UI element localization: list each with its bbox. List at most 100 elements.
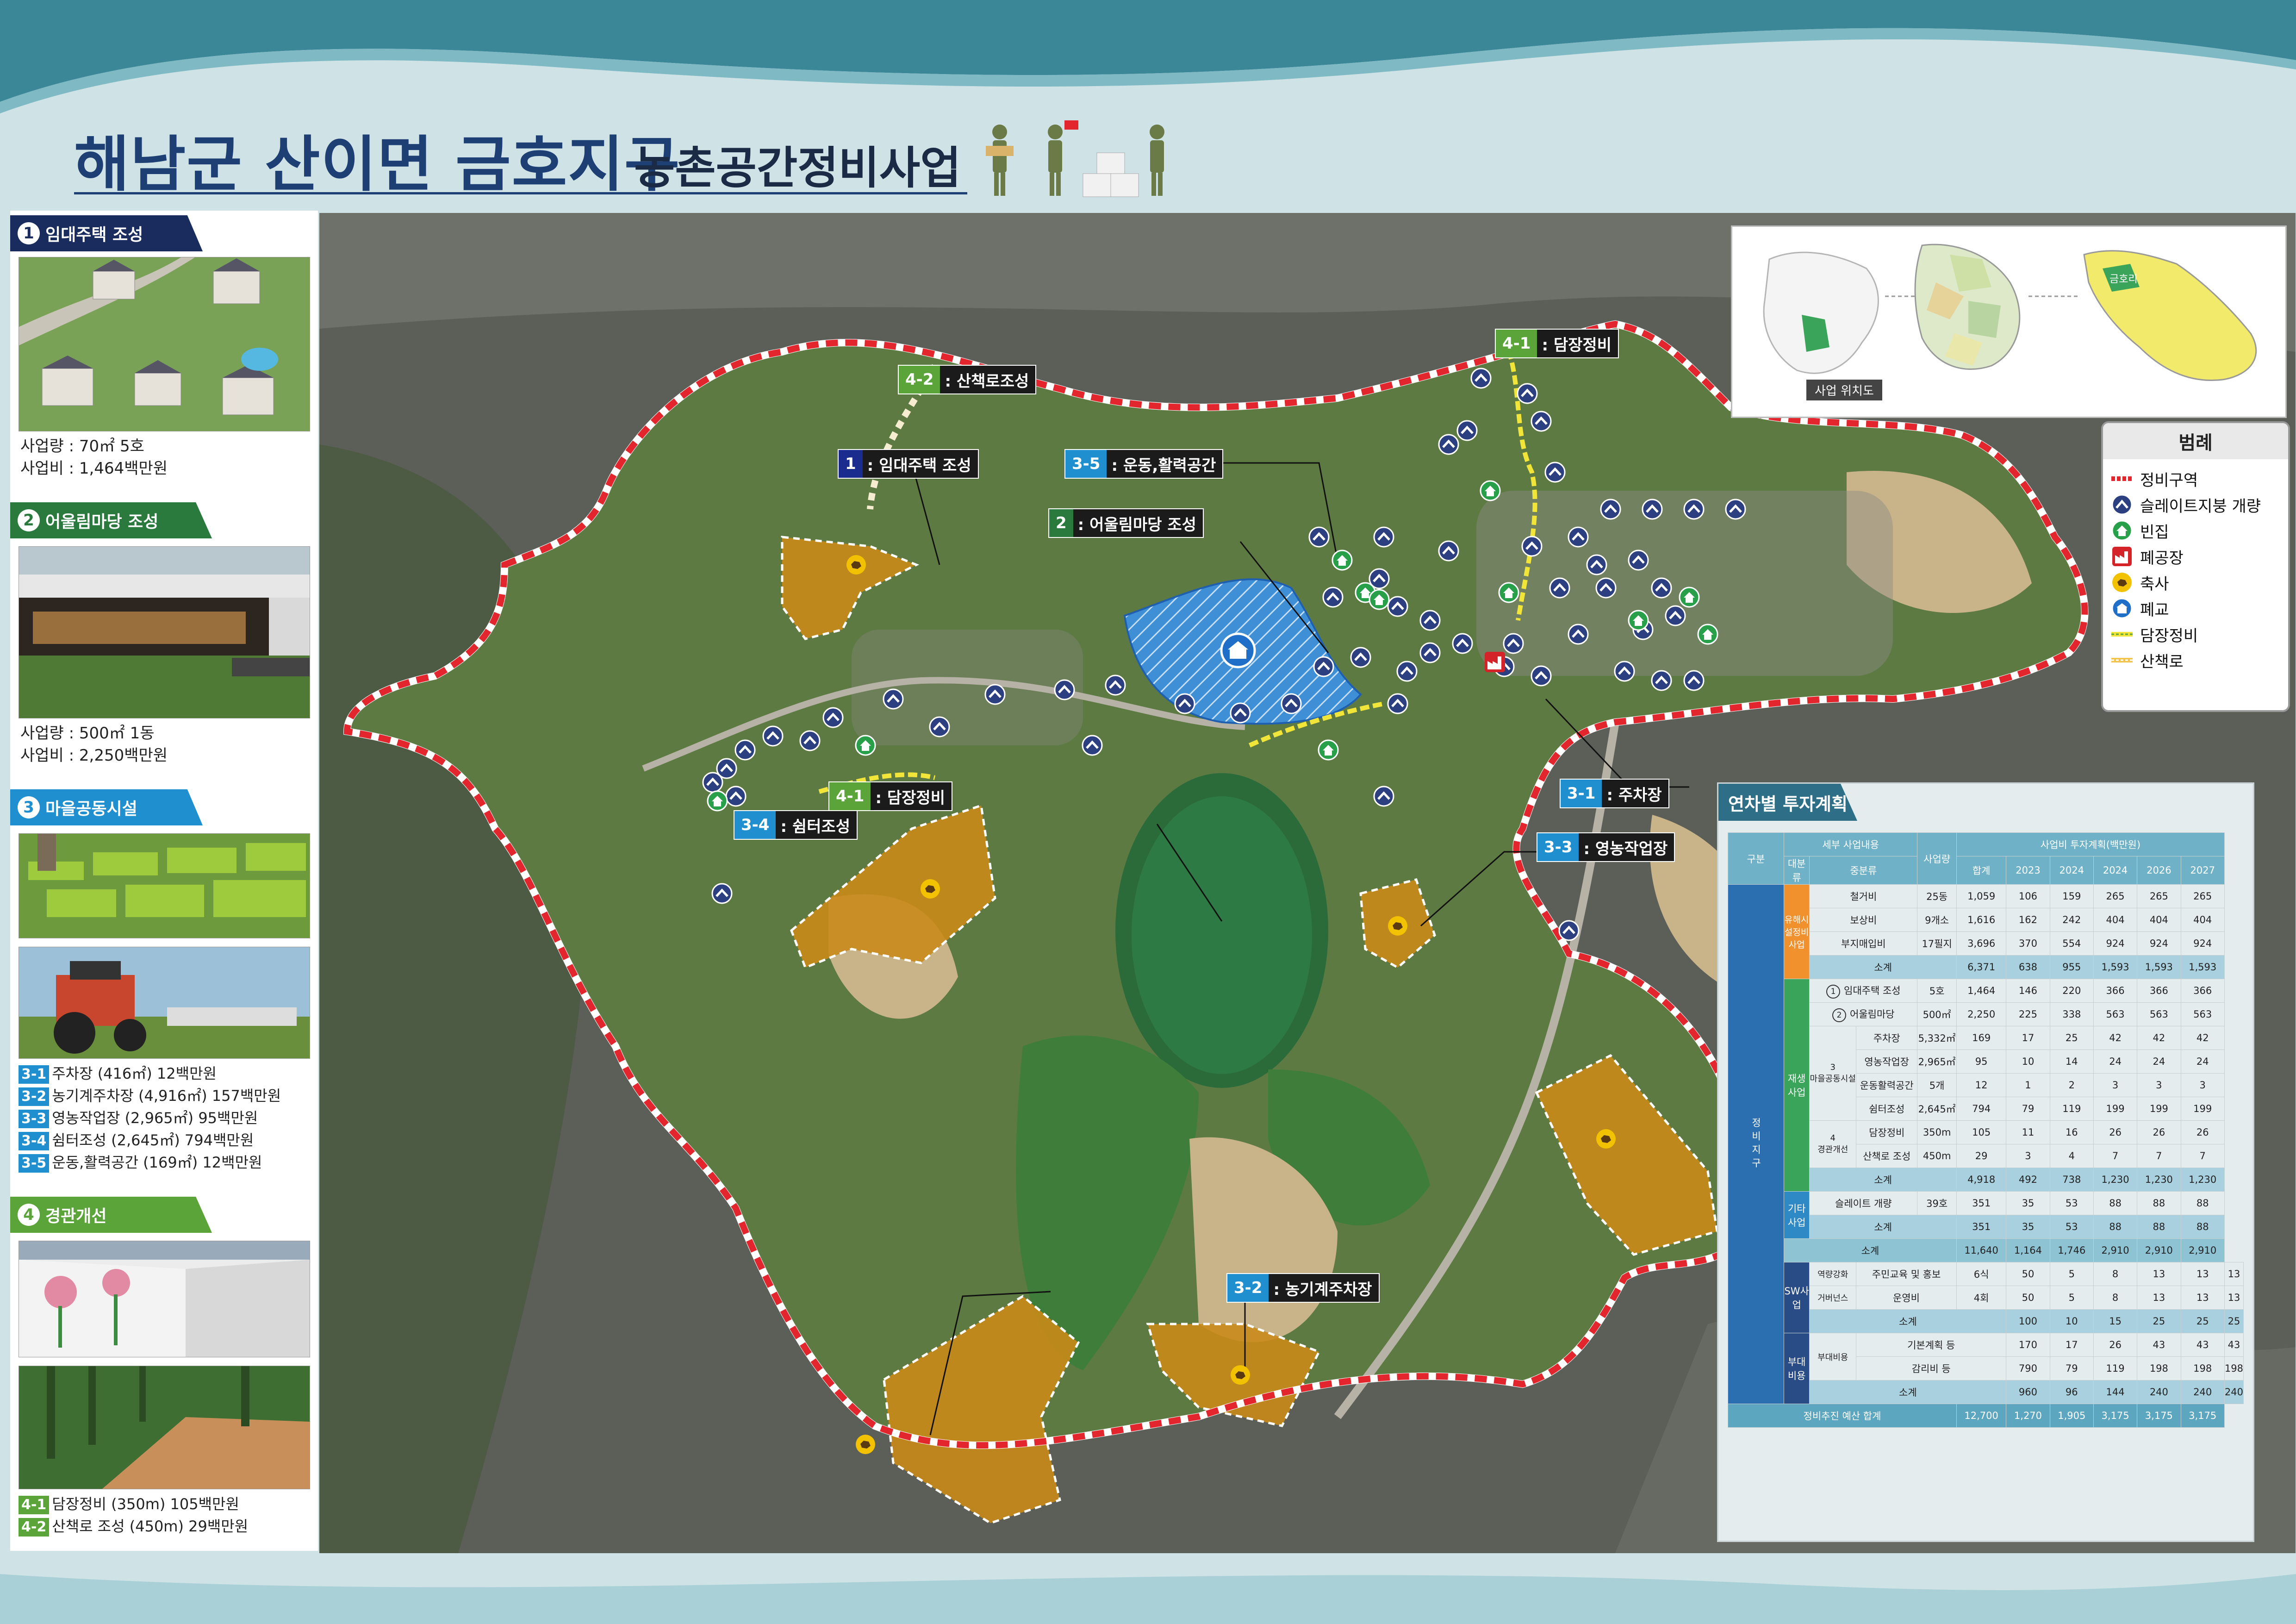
amount-cell: 2,910 <box>2180 1238 2225 1262</box>
rental-housing-photo <box>19 257 310 431</box>
slate-roof-icon <box>799 730 821 752</box>
map-label-machinery-parking[interactable]: 3-2: 농기계주차장 <box>1226 1273 1380 1303</box>
slate-roof-icon <box>1373 785 1395 807</box>
section-number: 3 <box>18 796 40 818</box>
quantity-cell: 9개소 <box>1917 908 1957 932</box>
amount-cell: 24 <box>2137 1049 2181 1074</box>
amount-cell: 26 <box>2137 1120 2181 1144</box>
amount-cell: 198 <box>2180 1356 2225 1380</box>
map-label-walking-trail[interactable]: 4-2: 산책로조성 <box>898 365 1037 394</box>
minor-cell: 쉼터조성 <box>1856 1097 1918 1121</box>
amount-cell: 1,593 <box>2093 955 2138 979</box>
map-label-farm-workshop[interactable]: 3-3: 영농작업장 <box>1537 832 1675 862</box>
map-label-rest-area[interactable]: 3-4: 쉼터조성 <box>734 810 858 840</box>
minor-cell: 1 임대주택 조성 <box>1809 979 1918 1003</box>
facility-item: 3-1 주차장 (416㎡) 12백만원 <box>19 1062 217 1085</box>
quantity-cell: 450m <box>1917 1144 1957 1168</box>
amount-cell: 370 <box>2006 931 2050 956</box>
legend-item: 빈집 <box>2103 518 2288 543</box>
quantity-cell: 5,332㎡ <box>1917 1026 1957 1050</box>
factory-icon <box>2111 546 2133 567</box>
amount-cell: 265 <box>2180 884 2225 908</box>
map-label-wall-repair-north[interactable]: 4-1: 담장정비 <box>1495 329 1619 358</box>
slate-roof-icon <box>1586 554 1608 576</box>
quantity-cell: 5호 <box>1917 979 1957 1003</box>
quantity-cell: 6식 <box>1956 1262 2007 1286</box>
amount-cell: 366 <box>2137 979 2181 1003</box>
slate-roof-icon <box>1308 526 1330 548</box>
table-row: 부대비용 부대비용 기본계획 등 170 17 26 43 43 43 <box>1728 1333 2244 1404</box>
walking-trail-photo <box>19 1366 310 1489</box>
amount-cell: 42 <box>2180 1026 2225 1050</box>
map-label-rental-housing[interactable]: 1: 임대주택 조성 <box>838 449 979 479</box>
amount-cell: 43 <box>2137 1333 2181 1357</box>
slate-roof-icon <box>1387 693 1409 715</box>
amount-cell: 159 <box>2049 884 2094 908</box>
amount-cell: 351 <box>1956 1215 2007 1239</box>
quantity-cell: 39호 <box>1917 1191 1957 1215</box>
amount-cell: 119 <box>2049 1097 2094 1121</box>
quantity-cell: 2,965㎡ <box>1917 1049 1957 1074</box>
amount-cell: 4,918 <box>1956 1168 2007 1192</box>
amount-cell: 50 <box>2006 1286 2050 1310</box>
slate-roof-icon <box>2111 494 2133 515</box>
facility-item: 3-4 쉼터조성 (2,645㎡) 794백만원 <box>19 1129 254 1151</box>
category-cell: 정비지구 <box>1728 884 1784 1404</box>
map-label-community-yard[interactable]: 2: 어울림마당 조성 <box>1048 508 1204 538</box>
amount-cell: 7 <box>2093 1144 2138 1168</box>
empty-house-icon <box>1479 480 1501 502</box>
slate-roof-icon <box>1350 646 1372 668</box>
header-year: 2023 <box>2006 856 2050 885</box>
legend-item: 폐교 <box>2103 595 2288 621</box>
minor-cell: 담장정비 <box>1856 1120 1918 1144</box>
quantity-cell: 5개 <box>1917 1073 1957 1097</box>
livestock-icon <box>2111 572 2133 593</box>
amount-cell: 563 <box>2093 1002 2138 1026</box>
amount-cell: 24 <box>2180 1049 2225 1074</box>
slate-roof-icon <box>1595 577 1617 599</box>
map-label-parking[interactable]: 3-1: 주차장 <box>1560 779 1669 808</box>
slate-roof-icon <box>1081 734 1103 756</box>
amount-cell: 88 <box>2137 1215 2181 1239</box>
amount-cell: 13 <box>2180 1262 2225 1286</box>
amount-cell: 1,593 <box>2180 955 2225 979</box>
amount-cell: 1,593 <box>2137 955 2181 979</box>
legend-item: 슬레이트지붕 개량 <box>2103 492 2288 518</box>
slate-roof-icon <box>1053 679 1076 701</box>
amount-cell: 13 <box>2180 1286 2225 1310</box>
table-row: 재생사업 1 임대주택 조성 5호 1,464 146 220 366 366 366 <box>1728 979 2244 1192</box>
livestock-icon <box>845 554 867 576</box>
amount-cell: 242 <box>2049 908 2094 932</box>
amount-cell: 88 <box>2180 1215 2225 1239</box>
amount-cell: 3,175 <box>2137 1404 2181 1428</box>
amount-cell: 924 <box>2180 931 2225 956</box>
slate-roof-icon <box>1567 623 1589 645</box>
dashed-boundary-icon <box>2111 468 2133 489</box>
slate-roof-icon <box>1104 674 1126 696</box>
amount-cell: 3 <box>2006 1144 2050 1168</box>
empty-house-icon <box>1678 586 1700 608</box>
minor-cell: 운동활력공간 <box>1856 1073 1918 1097</box>
legend-item: 축사 <box>2103 569 2288 595</box>
amount-cell: 1,905 <box>2049 1404 2094 1428</box>
footer-wave-background <box>0 1574 2296 1624</box>
grand-total-row: 정비추진 예산 합계 12,700 1,270 1,905 3,175 3,175 3,17… <box>1728 1404 2244 1428</box>
amount-cell: 220 <box>2049 979 2094 1003</box>
amount-cell: 25 <box>2180 1309 2225 1333</box>
amount-cell: 35 <box>2006 1191 2050 1215</box>
slate-roof-icon <box>1521 535 1543 557</box>
slate-roof-icon <box>1627 549 1649 571</box>
header-detail: 세부 사업내용 <box>1783 832 1918 856</box>
slate-roof-icon <box>711 882 733 905</box>
minor-cell: 철거비 <box>1809 884 1918 908</box>
amount-cell: 1,230 <box>2093 1168 2138 1192</box>
minor-cell: 감리비 등 <box>1856 1356 2007 1380</box>
investment-table-body: 정비지구 유해시설정비사업 철거비 25동 1,059 106 159 265 265 265 보상… <box>1728 884 2244 1428</box>
quantity-cell: 350m <box>1917 1120 1957 1144</box>
map-label-exercise-space[interactable]: 3-5: 운동,활력공간 <box>1064 449 1224 479</box>
map-label-wall-repair-west[interactable]: 4-1: 담장정비 <box>828 781 952 811</box>
amount-cell: 955 <box>2049 955 2094 979</box>
amount-cell: 2,250 <box>1956 1002 2007 1026</box>
amount-cell: 7 <box>2137 1144 2181 1168</box>
amount-cell: 8 <box>2093 1262 2138 1286</box>
